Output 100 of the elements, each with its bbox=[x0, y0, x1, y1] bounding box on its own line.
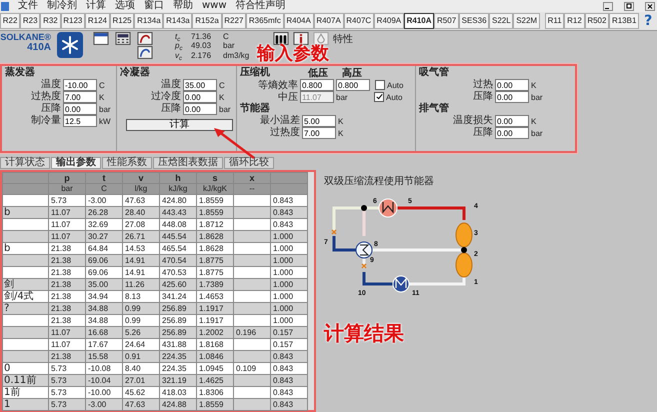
input-field[interactable]: 0.00 bbox=[495, 115, 529, 128]
calculate-button[interactable]: 计算 bbox=[126, 119, 233, 132]
menu-item[interactable]: 帮助 bbox=[173, 0, 193, 12]
calculator-icon[interactable] bbox=[115, 32, 131, 45]
refrigerant-tab[interactable]: R23 bbox=[20, 13, 40, 29]
menu-item[interactable]: 符合性声明 bbox=[236, 0, 286, 12]
output-tab[interactable]: 性能系数 bbox=[102, 157, 152, 169]
unit-label: bar bbox=[336, 92, 349, 102]
auto-checkbox[interactable] bbox=[375, 80, 385, 90]
refrigerant-name: 410A bbox=[27, 42, 51, 53]
unit-label: C bbox=[219, 80, 226, 90]
property-unit: C bbox=[223, 32, 229, 42]
input-field[interactable]: 0.00 bbox=[183, 103, 217, 116]
annotation-text: 计算结果 bbox=[324, 320, 405, 347]
field-label: 制冷量 bbox=[31, 115, 61, 128]
input-field[interactable]: 0.800 bbox=[336, 79, 370, 92]
refrigerant-tab[interactable]: R11 bbox=[544, 13, 564, 29]
section-title: 蒸发器 bbox=[5, 67, 36, 80]
unit-label: bar bbox=[219, 104, 232, 114]
refrigerant-tab[interactable]: R410A bbox=[404, 13, 434, 29]
input-field[interactable]: 0.00 bbox=[63, 103, 97, 116]
unit-label: kW bbox=[99, 116, 112, 126]
restore-icon[interactable] bbox=[624, 2, 634, 10]
unit-label: K bbox=[99, 92, 106, 102]
field-label: 温度 bbox=[161, 79, 181, 90]
input-field[interactable]: -10.00 bbox=[63, 79, 97, 92]
section-title: 吸气管 bbox=[419, 67, 450, 80]
close-icon[interactable] bbox=[645, 2, 655, 10]
unit-label: C bbox=[99, 80, 106, 90]
refrigerant-tab[interactable]: R404A bbox=[284, 13, 314, 29]
curve-icon[interactable] bbox=[137, 32, 153, 45]
refrigerant-tab[interactable]: S22L bbox=[489, 13, 514, 29]
section-title: 节能器 bbox=[240, 103, 270, 115]
unit-label: K bbox=[338, 116, 344, 126]
chart-icon[interactable] bbox=[137, 46, 153, 59]
refrigerant-tab[interactable]: R227 bbox=[222, 13, 246, 29]
input-field[interactable]: 7.00 bbox=[302, 127, 336, 140]
refrigerant-tab[interactable]: R152a bbox=[192, 13, 222, 29]
column-header: 高压 bbox=[341, 66, 363, 80]
output-tab[interactable]: 压焓图表数据 bbox=[153, 157, 223, 169]
refrigerant-tab[interactable]: R407C bbox=[344, 13, 374, 29]
input-field[interactable]: 35.00 bbox=[183, 79, 217, 92]
menu-item[interactable]: www bbox=[202, 0, 227, 12]
refrigerant-tab[interactable]: R32 bbox=[40, 13, 61, 29]
refrigerant-tab[interactable]: R22 bbox=[0, 13, 20, 29]
cylinders-icon[interactable] bbox=[273, 32, 290, 46]
field-label: 压降 bbox=[41, 103, 61, 115]
field-label: 温度损失 bbox=[452, 115, 493, 127]
output-tab[interactable]: 输出参数 bbox=[51, 157, 101, 169]
info-icon[interactable] bbox=[293, 32, 310, 46]
input-field[interactable]: 0.00 bbox=[495, 91, 529, 104]
input-field[interactable]: 5.00 bbox=[302, 115, 336, 128]
unit-label: K bbox=[338, 128, 344, 138]
input-field[interactable]: 0.800 bbox=[300, 79, 334, 92]
column-header: t bbox=[86, 172, 122, 184]
menu-item[interactable]: 计算 bbox=[86, 0, 106, 12]
refrigerant-tab[interactable]: R507 bbox=[434, 13, 459, 29]
field-label: 中压 bbox=[277, 90, 298, 104]
properties-label[interactable]: 特性 bbox=[333, 32, 354, 46]
input-field[interactable]: 12.5 bbox=[63, 115, 97, 128]
row-label: 剑 bbox=[2, 278, 48, 290]
menu-item[interactable]: 选项 bbox=[115, 0, 135, 12]
refrigerant-tab[interactable]: R502 bbox=[584, 13, 610, 29]
refrigerant-tab[interactable]: R134a bbox=[134, 13, 164, 29]
refrigerant-tab[interactable]: R365mfc bbox=[246, 13, 284, 29]
window-icon[interactable] bbox=[93, 32, 109, 45]
annotation-text: 输入参数 bbox=[257, 42, 329, 65]
input-field[interactable]: 0.00 bbox=[495, 79, 529, 92]
field-label: 过热度 bbox=[269, 127, 300, 140]
property-value: 49.03 bbox=[191, 41, 212, 51]
input-field[interactable]: 7.00 bbox=[63, 91, 97, 104]
refrigerant-tab[interactable]: SES36 bbox=[458, 13, 490, 29]
row-label: b bbox=[2, 242, 48, 254]
input-field[interactable]: 0.00 bbox=[495, 127, 529, 140]
minimize-icon[interactable] bbox=[603, 2, 613, 10]
refrigerant-tab[interactable]: R12 bbox=[564, 13, 585, 29]
field-label: 过冷度 bbox=[151, 91, 181, 103]
field-label: 过热 bbox=[472, 79, 493, 91]
drop-icon[interactable] bbox=[313, 32, 330, 46]
checkbox-label: Auto bbox=[386, 92, 402, 102]
brand-name: SOLKANE® bbox=[0, 32, 51, 42]
refrigerant-tab[interactable]: R125 bbox=[110, 13, 134, 29]
row-label: 1 bbox=[2, 398, 48, 410]
unit-label: bar bbox=[531, 128, 544, 138]
refrigerant-tab[interactable]: R123 bbox=[60, 13, 86, 29]
section-title: 排气管 bbox=[419, 103, 450, 116]
property-unit: dm3/kg bbox=[223, 50, 250, 60]
refrigerant-tab[interactable]: S22M bbox=[513, 13, 540, 29]
column-header: v bbox=[122, 172, 160, 184]
output-tab[interactable]: 循环比较 bbox=[224, 157, 274, 169]
output-tab[interactable]: 计算状态 bbox=[0, 157, 50, 169]
refrigerant-tab[interactable]: R143a bbox=[163, 13, 192, 29]
refrigerant-tab[interactable]: R407A bbox=[314, 13, 344, 29]
row-label: b bbox=[2, 206, 48, 218]
unit-label: bar bbox=[531, 92, 544, 102]
property-symbol: p$_{c}$ bbox=[175, 41, 184, 51]
refrigerant-tab[interactable]: R409A bbox=[374, 13, 404, 29]
input-field[interactable]: 0.00 bbox=[183, 91, 217, 104]
refrigerant-tab[interactable]: R13B1 bbox=[609, 13, 640, 29]
refrigerant-tab[interactable]: R124 bbox=[85, 13, 110, 29]
